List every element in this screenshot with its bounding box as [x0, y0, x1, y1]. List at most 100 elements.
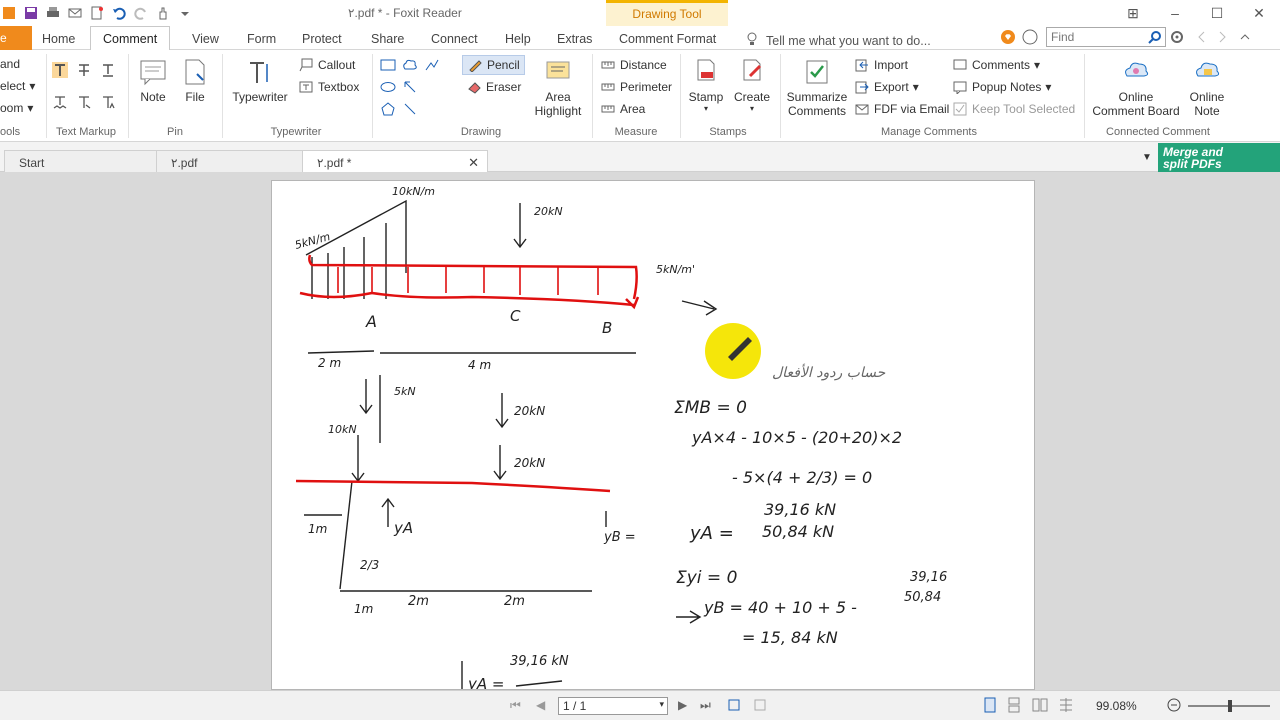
tab-view[interactable]: View [192, 26, 219, 50]
next-view-icon[interactable] [752, 697, 768, 716]
fdf-via-email-button[interactable]: FDF via Email [854, 101, 949, 117]
callout-button[interactable]: Callout [298, 57, 355, 73]
hand-tool-icon[interactable] [154, 4, 172, 22]
oval-icon[interactable] [380, 79, 396, 95]
polygon-line-icon[interactable] [424, 57, 440, 73]
note-button[interactable]: Note [136, 56, 170, 104]
keep-tool-selected-checkbox[interactable]: Keep Tool Selected [952, 101, 1075, 117]
next-result-icon[interactable] [1218, 30, 1228, 47]
cloud-icon[interactable] [402, 57, 418, 73]
online-note-button[interactable]: Online Note [1184, 56, 1230, 118]
app-logo-icon[interactable] [0, 4, 18, 22]
comments-dropdown[interactable]: Comments ▾ [952, 57, 1040, 73]
hand-tool[interactable]: and [0, 57, 20, 71]
summarize-comments-button[interactable]: Summarize Comments [786, 56, 848, 118]
customize-qat-icon[interactable] [176, 4, 194, 22]
highlight-text-icon[interactable] [52, 62, 68, 78]
redo-icon[interactable] [132, 4, 150, 22]
print-icon[interactable] [44, 4, 62, 22]
eraser-button[interactable]: Eraser [466, 79, 521, 95]
last-page-icon[interactable]: ⏭ [700, 698, 711, 713]
text-eq-line1: yA×4 - 10×5 - (20+20)×2 [691, 428, 902, 447]
doc-tab-start[interactable]: Start [4, 150, 158, 172]
tab-help[interactable]: Help [505, 26, 531, 50]
close-tab-icon[interactable]: ✕ [468, 155, 479, 171]
page-dropdown-icon[interactable]: ▾ [659, 699, 664, 710]
textbox-button[interactable]: Textbox [298, 79, 359, 95]
tab-share[interactable]: Share [371, 26, 404, 50]
pdf-page[interactable]: 10kN/m 5kN/m 20kN A C B 2 m 4 m 5kN/m' ح… [271, 180, 1035, 690]
facing-view-icon[interactable] [1032, 697, 1048, 716]
tell-me-search[interactable]: Tell me what you want to do... [746, 32, 931, 49]
zoom-tool[interactable]: oom ▾ [0, 101, 33, 115]
prev-page-icon[interactable]: ◀ [536, 698, 545, 712]
gear-icon[interactable] [1170, 30, 1184, 47]
distance-button[interactable]: Distance [600, 57, 667, 73]
doc-tab-pdf[interactable]: ٢.pdf [156, 150, 304, 172]
typewriter-button[interactable]: Typewriter [228, 56, 292, 104]
close-button[interactable]: ✕ [1238, 0, 1280, 26]
email-icon[interactable] [66, 4, 84, 22]
search-icon[interactable] [1148, 30, 1162, 47]
page-number-input[interactable]: 1 / 1 ▾ [558, 697, 668, 715]
first-page-icon[interactable]: ⏮ [510, 698, 521, 713]
insert-text-icon[interactable] [100, 94, 116, 110]
strikeout-text-icon[interactable] [76, 62, 92, 78]
online-comment-board-button[interactable]: Online Comment Board [1090, 56, 1182, 118]
stamp-button[interactable]: Stamp ▾ [686, 56, 726, 113]
tab-comment[interactable]: Comment [90, 26, 171, 51]
replace-text-icon[interactable] [76, 94, 92, 110]
zoom-out-icon[interactable] [1166, 697, 1182, 716]
zoom-level[interactable]: 99.08% [1096, 699, 1137, 713]
heart-icon[interactable] [1000, 29, 1016, 48]
zoom-slider-thumb[interactable] [1228, 700, 1232, 712]
area-button[interactable]: Area [600, 101, 645, 117]
minimize-button[interactable]: – [1154, 0, 1196, 26]
collapse-ribbon-icon[interactable] [1240, 30, 1250, 47]
new-icon[interactable] [88, 4, 106, 22]
continuous-view-icon[interactable] [1006, 697, 1022, 716]
previous-view-icon[interactable] [726, 697, 742, 716]
file-attach-button[interactable]: File [178, 56, 212, 104]
tab-form[interactable]: Form [247, 26, 276, 50]
perimeter-button[interactable]: Perimeter [600, 79, 672, 95]
doc-tab-pdf-active[interactable]: ٢.pdf * ✕ [302, 150, 488, 173]
tab-protect[interactable]: Protect [302, 26, 342, 50]
save-icon[interactable] [22, 4, 40, 22]
area-highlight-button[interactable]: Area Highlight [532, 56, 584, 118]
popup-notes-dropdown[interactable]: Popup Notes ▾ [952, 79, 1051, 95]
import-button[interactable]: Import [854, 57, 908, 73]
separator [680, 54, 681, 138]
rectangle-icon[interactable] [380, 57, 396, 73]
tab-comment-format[interactable]: Comment Format [619, 26, 716, 50]
chat-icon[interactable] [1022, 29, 1038, 48]
export-button[interactable]: Export ▾ [854, 79, 919, 95]
line-icon[interactable] [402, 101, 418, 117]
underline-text-icon[interactable] [100, 62, 116, 78]
tab-list-dropdown-icon[interactable]: ▼ [1142, 152, 1152, 163]
typewriter-group-label: Typewriter [270, 126, 322, 138]
cursor-highlight [705, 323, 761, 379]
merge-split-banner[interactable]: Merge and split PDFs [1158, 143, 1280, 173]
context-tab-drawing-tool[interactable]: Drawing Tool [606, 0, 728, 26]
polygon-icon[interactable] [380, 101, 396, 117]
single-page-view-icon[interactable] [982, 697, 998, 716]
ribbon-options-icon[interactable]: ⊞ [1112, 0, 1154, 26]
tab-file[interactable]: e [0, 26, 32, 50]
separator [780, 54, 781, 138]
continuous-facing-icon[interactable] [1058, 697, 1074, 716]
next-page-icon[interactable]: ▶ [678, 698, 687, 712]
select-tool[interactable]: elect ▾ [0, 79, 35, 93]
squiggly-text-icon[interactable] [52, 94, 68, 110]
callout-icon [298, 57, 314, 73]
tab-home[interactable]: Home [42, 26, 75, 50]
text-eq-moment: ΣMB = 0 [674, 398, 747, 418]
undo-icon[interactable] [110, 4, 128, 22]
tab-extras[interactable]: Extras [557, 26, 592, 50]
arrow-icon[interactable] [402, 79, 418, 95]
prev-result-icon[interactable] [1196, 30, 1206, 47]
tab-connect[interactable]: Connect [431, 26, 478, 50]
create-stamp-button[interactable]: Create ▾ [732, 56, 772, 113]
pencil-button[interactable]: Pencil [462, 55, 525, 75]
maximize-button[interactable]: ☐ [1196, 0, 1238, 26]
